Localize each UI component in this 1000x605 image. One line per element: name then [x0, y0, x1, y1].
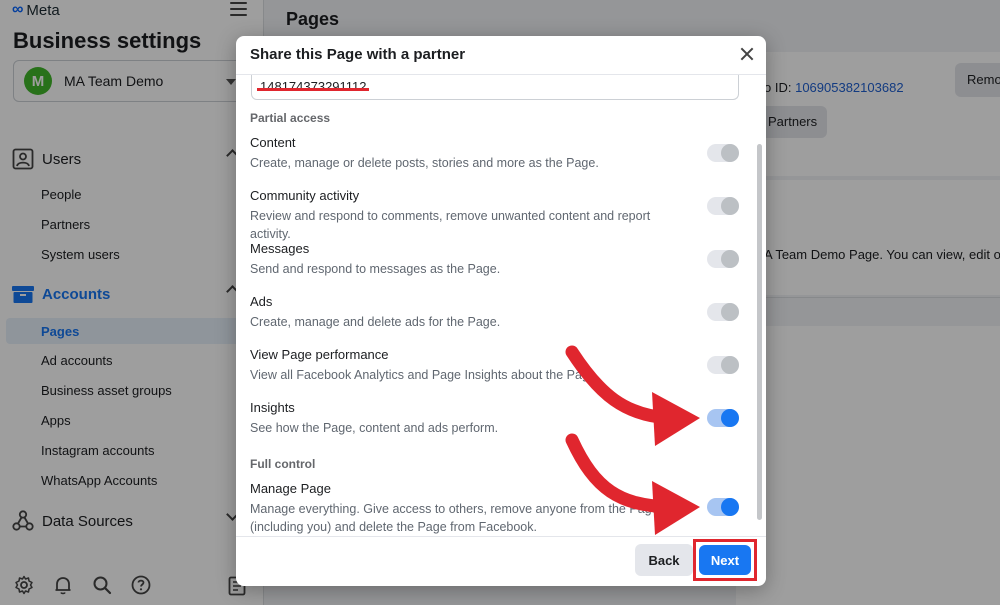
- permission-desc-insights: See how the Page, content and ads perfor…: [250, 421, 499, 435]
- toggle-manage-page[interactable]: [707, 498, 739, 516]
- dialog-title: Share this Page with a partner: [250, 46, 466, 63]
- toggle-content[interactable]: [707, 144, 739, 162]
- next-button-highlight: [693, 539, 757, 581]
- permission-desc-community-activity: Review and respond to comments, remove u…: [250, 209, 651, 241]
- permission-title-messages: Messages: [250, 241, 310, 256]
- permission-title-content: Content: [250, 135, 296, 150]
- dialog-footer-divider: [236, 536, 766, 537]
- close-icon[interactable]: [738, 45, 756, 63]
- toggle-knob: [721, 409, 739, 427]
- dialog-scrollbar[interactable]: [757, 144, 762, 520]
- toggle-community-activity[interactable]: [707, 197, 739, 215]
- dialog-header-divider: [236, 74, 766, 75]
- toggle-knob: [721, 250, 739, 268]
- toggle-messages[interactable]: [707, 250, 739, 268]
- toggle-ads[interactable]: [707, 303, 739, 321]
- permission-desc-ads: Create, manage and delete ads for the Pa…: [250, 315, 501, 329]
- permission-desc-content: Create, manage or delete posts, stories …: [250, 156, 599, 170]
- toggle-knob: [721, 356, 739, 374]
- permission-desc-view-page-performance: View all Facebook Analytics and Page Ins…: [250, 368, 600, 382]
- toggle-insights[interactable]: [707, 409, 739, 427]
- back-button[interactable]: Back: [635, 544, 693, 576]
- permission-desc-messages: Send and respond to messages as the Page…: [250, 262, 501, 276]
- partner-id-underline-annotation: [257, 88, 369, 91]
- toggle-knob: [721, 144, 739, 162]
- permission-desc-manage-page: Manage everything. Give access to others…: [250, 502, 659, 534]
- permission-title-ads: Ads: [250, 294, 273, 309]
- partial-access-label: Partial access: [250, 111, 331, 125]
- full-control-label: Full control: [250, 457, 316, 471]
- permission-title-manage-page: Manage Page: [250, 481, 331, 496]
- share-page-dialog: Share this Page with a partner Partial a…: [236, 36, 766, 586]
- toggle-view-page-performance[interactable]: [707, 356, 739, 374]
- permission-title-community-activity: Community activity: [250, 188, 360, 203]
- partner-id-input[interactable]: [251, 74, 739, 100]
- permission-title-insights: Insights: [250, 400, 295, 415]
- toggle-knob: [721, 498, 739, 516]
- permission-title-view-page-performance: View Page performance: [250, 347, 389, 362]
- toggle-knob: [721, 197, 739, 215]
- toggle-knob: [721, 303, 739, 321]
